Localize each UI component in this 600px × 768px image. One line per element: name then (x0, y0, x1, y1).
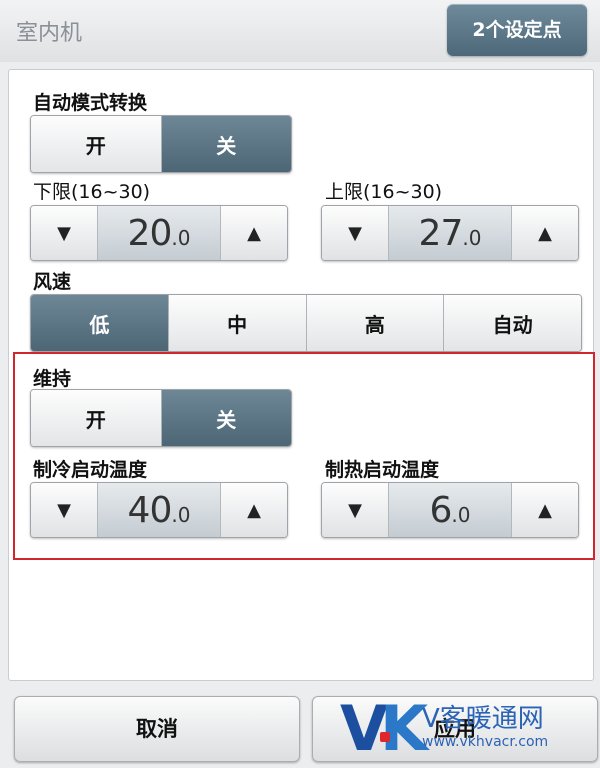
maintain-label: 维持 (33, 368, 72, 390)
fan-speed-auto-button[interactable]: 自动 (444, 295, 581, 351)
triangle-down-icon: ▼ (57, 499, 71, 521)
page-title: 室内机 (16, 21, 83, 46)
cooling-start-decrease-button[interactable]: ▼ (31, 483, 97, 537)
fan-speed-label: 风速 (33, 271, 72, 293)
maintain-toggle: 开 关 (30, 389, 292, 447)
watermark-logo: V K V客暖通网 www.vkhvacr.com (340, 692, 600, 768)
cooling-start-value-int: 40 (127, 489, 173, 531)
lower-limit-value: 20.0 (97, 206, 221, 260)
cooling-start-label: 制冷启动温度 (33, 459, 148, 481)
maintain-on-button[interactable]: 开 (31, 390, 162, 446)
fan-speed-medium-button[interactable]: 中 (168, 295, 307, 351)
cooling-start-increase-button[interactable]: ▲ (221, 483, 287, 537)
watermark-url: www.vkhvacr.com (422, 734, 549, 750)
watermark-logo-k: K (380, 692, 429, 765)
triangle-up-icon: ▲ (247, 222, 261, 244)
lower-limit-value-dec: .0 (171, 226, 191, 250)
watermark-dot (380, 732, 390, 742)
auto-mode-toggle: 开 关 (30, 115, 292, 173)
fan-speed-selector: 低 中 高 自动 (30, 294, 582, 352)
upper-limit-value: 27.0 (388, 206, 512, 260)
cooling-start-value: 40.0 (97, 483, 221, 537)
two-setpoints-button[interactable]: 2个设定点 (447, 4, 587, 56)
upper-limit-value-int: 27 (418, 212, 464, 254)
triangle-up-icon: ▲ (247, 499, 261, 521)
lower-limit-decrease-button[interactable]: ▼ (31, 206, 97, 260)
cooling-start-value-dec: .0 (171, 503, 191, 527)
lower-limit-stepper: ▼ 20.0 ▲ (30, 205, 288, 261)
maintain-off-button[interactable]: 关 (161, 390, 291, 446)
heating-start-stepper: ▼ 6.0 ▲ (321, 482, 579, 538)
lower-limit-increase-button[interactable]: ▲ (221, 206, 287, 260)
upper-limit-decrease-button[interactable]: ▼ (322, 206, 388, 260)
upper-limit-label: 上限(16~30) (325, 181, 443, 203)
heating-start-decrease-button[interactable]: ▼ (322, 483, 388, 537)
auto-mode-on-button[interactable]: 开 (31, 116, 162, 172)
upper-limit-increase-button[interactable]: ▲ (512, 206, 578, 260)
triangle-down-icon: ▼ (57, 222, 71, 244)
triangle-up-icon: ▲ (538, 499, 552, 521)
cancel-button[interactable]: 取消 (14, 696, 300, 762)
header-bar: 室内机 2个设定点 (0, 0, 600, 62)
cooling-start-stepper: ▼ 40.0 ▲ (30, 482, 288, 538)
auto-mode-label: 自动模式转换 (33, 92, 148, 114)
fan-speed-high-button[interactable]: 高 (306, 295, 445, 351)
triangle-down-icon: ▼ (348, 499, 362, 521)
upper-limit-value-dec: .0 (462, 226, 482, 250)
lower-limit-label: 下限(16~30) (33, 181, 151, 203)
heating-start-label: 制热启动温度 (325, 459, 440, 481)
auto-mode-off-button[interactable]: 关 (161, 116, 291, 172)
watermark-name: V客暖通网 (422, 704, 544, 734)
heating-start-value-int: 6 (429, 489, 453, 531)
heating-start-value-dec: .0 (451, 503, 471, 527)
heating-start-increase-button[interactable]: ▲ (512, 483, 578, 537)
heating-start-value: 6.0 (388, 483, 512, 537)
upper-limit-stepper: ▼ 27.0 ▲ (321, 205, 579, 261)
triangle-down-icon: ▼ (348, 222, 362, 244)
triangle-up-icon: ▲ (538, 222, 552, 244)
fan-speed-low-button[interactable]: 低 (31, 295, 169, 351)
lower-limit-value-int: 20 (127, 212, 173, 254)
